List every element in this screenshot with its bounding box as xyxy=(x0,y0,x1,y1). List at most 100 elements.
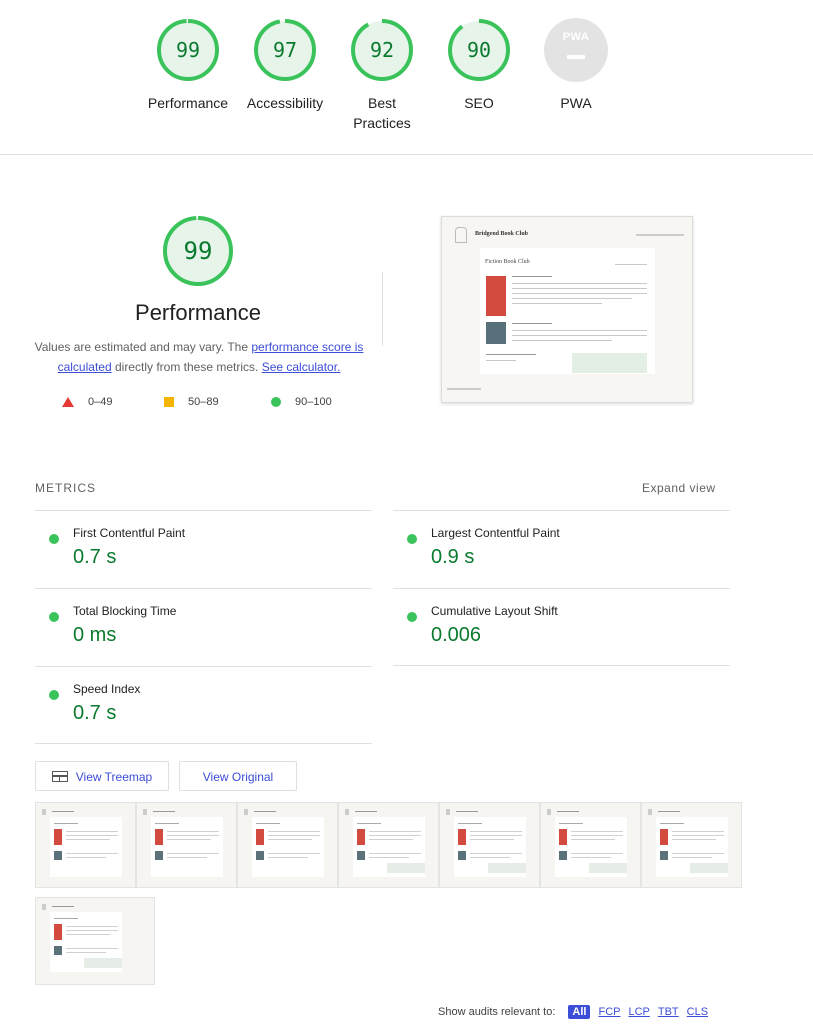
filter-lcp[interactable]: LCP xyxy=(628,1006,649,1018)
map-image xyxy=(572,353,647,373)
filter-label: Show audits relevant to: xyxy=(438,1006,556,1018)
gauge-score: 97 xyxy=(272,38,298,62)
pass-circle-icon xyxy=(49,690,59,700)
filmstrip-frame xyxy=(136,802,237,888)
text-line xyxy=(512,276,552,277)
filmstrip-frame xyxy=(540,802,641,888)
metric-name: Largest Contentful Paint xyxy=(431,526,560,540)
book-cover-image xyxy=(486,276,506,316)
gauge-seo[interactable]: 90 SEO xyxy=(429,18,529,113)
gauge-label: Accessibility xyxy=(246,95,324,111)
site-section-title: Fiction Book Club xyxy=(485,259,530,265)
text-line xyxy=(512,323,552,324)
metrics-header: METRICS xyxy=(35,481,96,495)
divider xyxy=(35,510,372,511)
view-original-trace-button[interactable]: View Original Trace xyxy=(179,761,297,814)
site-nav xyxy=(636,234,684,236)
divider xyxy=(393,665,730,666)
gauge-best-practices[interactable]: 92 Best Practices xyxy=(332,18,432,133)
legend-pass: 90–100 xyxy=(271,395,332,409)
square-icon xyxy=(164,397,174,408)
divider xyxy=(382,272,383,346)
text-line xyxy=(512,283,647,284)
view-treemap-label: View Treemap xyxy=(75,770,153,784)
site-card: Fiction Book Club xyxy=(480,248,655,374)
text-line xyxy=(512,330,647,331)
gauge-score: 92 xyxy=(369,38,395,62)
gauge-score: 90 xyxy=(466,38,492,62)
text-line xyxy=(512,340,612,341)
performance-title: Performance xyxy=(135,300,261,325)
gauge-accessibility[interactable]: 97 Accessibility xyxy=(235,18,335,113)
category-gauges: 99 Performance 97 Accessibility 92 Best … xyxy=(0,0,813,155)
filmstrip-frame xyxy=(338,802,439,888)
legend-fail: 0–49 xyxy=(62,395,112,409)
view-treemap-button[interactable]: View Treemap xyxy=(35,761,169,791)
metric-name: Cumulative Layout Shift xyxy=(431,604,558,618)
pass-circle-icon xyxy=(407,612,417,622)
performance-gauge: 99 xyxy=(162,215,234,287)
gauge-label: SEO xyxy=(464,95,494,111)
text-line xyxy=(486,360,516,361)
filter-all[interactable]: All xyxy=(568,1005,591,1019)
filmstrip-frame xyxy=(35,802,136,888)
desc-text: directly from these metrics. xyxy=(111,360,262,374)
gauge-performance[interactable]: 99 Performance xyxy=(138,18,238,113)
audit-filter-bar: Show audits relevant to: All FCP LCP TBT CLS xyxy=(438,1005,708,1019)
gauge-label: Best Practices xyxy=(353,95,411,131)
filter-tbt[interactable]: TBT xyxy=(658,1006,679,1018)
text-line xyxy=(512,298,632,299)
gauge-label: PWA xyxy=(560,95,592,111)
site-brand: Bridgend Book Club xyxy=(475,231,529,237)
metric-name: Speed Index xyxy=(73,682,141,696)
legend-average-label: 50–89 xyxy=(188,396,219,408)
divider xyxy=(35,666,372,667)
metric-value: 0.9 s xyxy=(431,546,475,568)
metric-value: 0.7 s xyxy=(73,546,117,568)
text-line xyxy=(512,293,647,294)
calculator-link[interactable]: See calculator. xyxy=(262,360,341,374)
divider xyxy=(35,588,372,589)
divider xyxy=(35,743,372,744)
gauge-label: Performance xyxy=(147,95,229,111)
circle-icon xyxy=(271,397,281,408)
filmstrip-frame xyxy=(439,802,540,888)
metric-name: First Contentful Paint xyxy=(73,526,186,540)
treemap-icon xyxy=(51,771,68,783)
filmstrip-frame xyxy=(641,802,742,888)
pwa-badge-icon: PWA xyxy=(544,18,608,82)
divider xyxy=(393,588,730,589)
text-line xyxy=(512,335,647,336)
pwa-dash xyxy=(567,55,585,59)
filter-cls[interactable]: CLS xyxy=(687,1006,708,1018)
expand-view-toggle[interactable]: Expand view xyxy=(642,481,716,495)
performance-description: Values are estimated and may vary. The p… xyxy=(32,337,366,377)
gauge-score: 99 xyxy=(175,38,201,62)
text-line xyxy=(615,264,647,265)
performance-score: 99 xyxy=(183,237,213,265)
metric-value: 0.006 xyxy=(431,624,482,646)
filmstrip-frame xyxy=(35,897,155,985)
filter-fcp[interactable]: FCP xyxy=(598,1006,620,1018)
legend-pass-label: 90–100 xyxy=(295,396,332,408)
metric-value: 0 ms xyxy=(73,624,117,646)
author-photo-image xyxy=(486,322,506,344)
pwa-badge-text: PWA xyxy=(562,31,590,43)
final-screenshot[interactable]: Bridgend Book Club Fiction Book Club xyxy=(441,216,693,403)
legend-fail-label: 0–49 xyxy=(88,396,113,408)
text-line xyxy=(512,303,602,304)
site-footer xyxy=(447,388,481,390)
site-logo-icon xyxy=(455,227,467,243)
divider xyxy=(393,510,730,511)
metric-name: Total Blocking Time xyxy=(73,604,177,618)
pass-circle-icon xyxy=(49,534,59,544)
triangle-icon xyxy=(62,397,74,408)
filmstrip-frame xyxy=(237,802,338,888)
desc-text: Values are estimated and may vary. The xyxy=(34,340,252,354)
pass-circle-icon xyxy=(407,534,417,544)
text-line xyxy=(512,288,647,289)
gauge-pwa[interactable]: PWA PWA xyxy=(526,18,626,113)
metric-value: 0.7 s xyxy=(73,702,117,724)
text-line xyxy=(486,354,536,355)
pass-circle-icon xyxy=(49,612,59,622)
